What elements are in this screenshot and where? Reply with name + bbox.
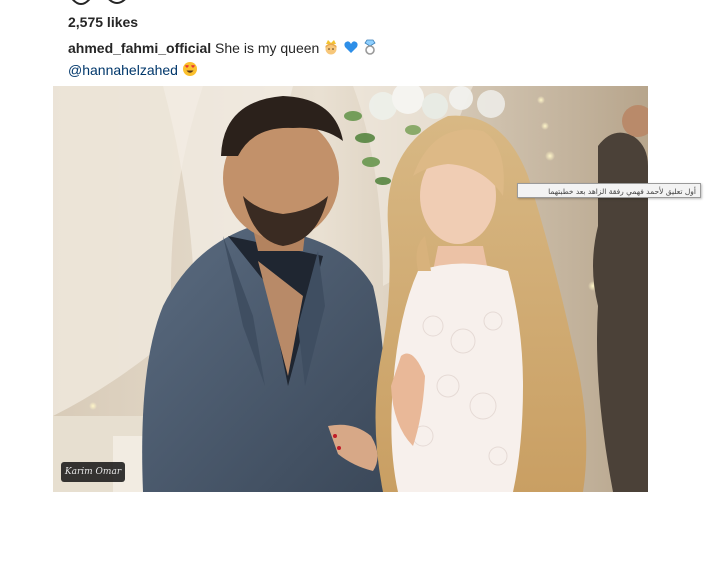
photographer-watermark: Karim Omar: [61, 462, 125, 482]
caption-username[interactable]: ahmed_fahmi_official: [68, 40, 211, 56]
post-photo[interactable]: Karim Omar: [53, 86, 648, 492]
caption-text: She is my queen: [215, 40, 320, 56]
caption-mention[interactable]: @hannahelzahed: [68, 62, 178, 78]
action-bar: [52, 0, 648, 10]
post-caption: ahmed_fahmi_official She is my queen @ha…: [68, 38, 628, 82]
comment-icon[interactable]: [104, 0, 130, 15]
blue-heart-emoji: [343, 39, 359, 60]
bookmark-icon[interactable]: [610, 0, 632, 15]
ring-emoji: [363, 39, 377, 60]
faded-background-text: [150, 512, 450, 562]
heart-eyes-emoji: [182, 61, 198, 82]
likes-count[interactable]: 2,575 likes: [68, 14, 138, 30]
image-title-tooltip: أول تعليق لأحمد فهمي رفقة الزاهد بعد خطب…: [517, 183, 701, 198]
princess-emoji: [323, 39, 339, 60]
heart-icon[interactable]: [68, 0, 94, 15]
